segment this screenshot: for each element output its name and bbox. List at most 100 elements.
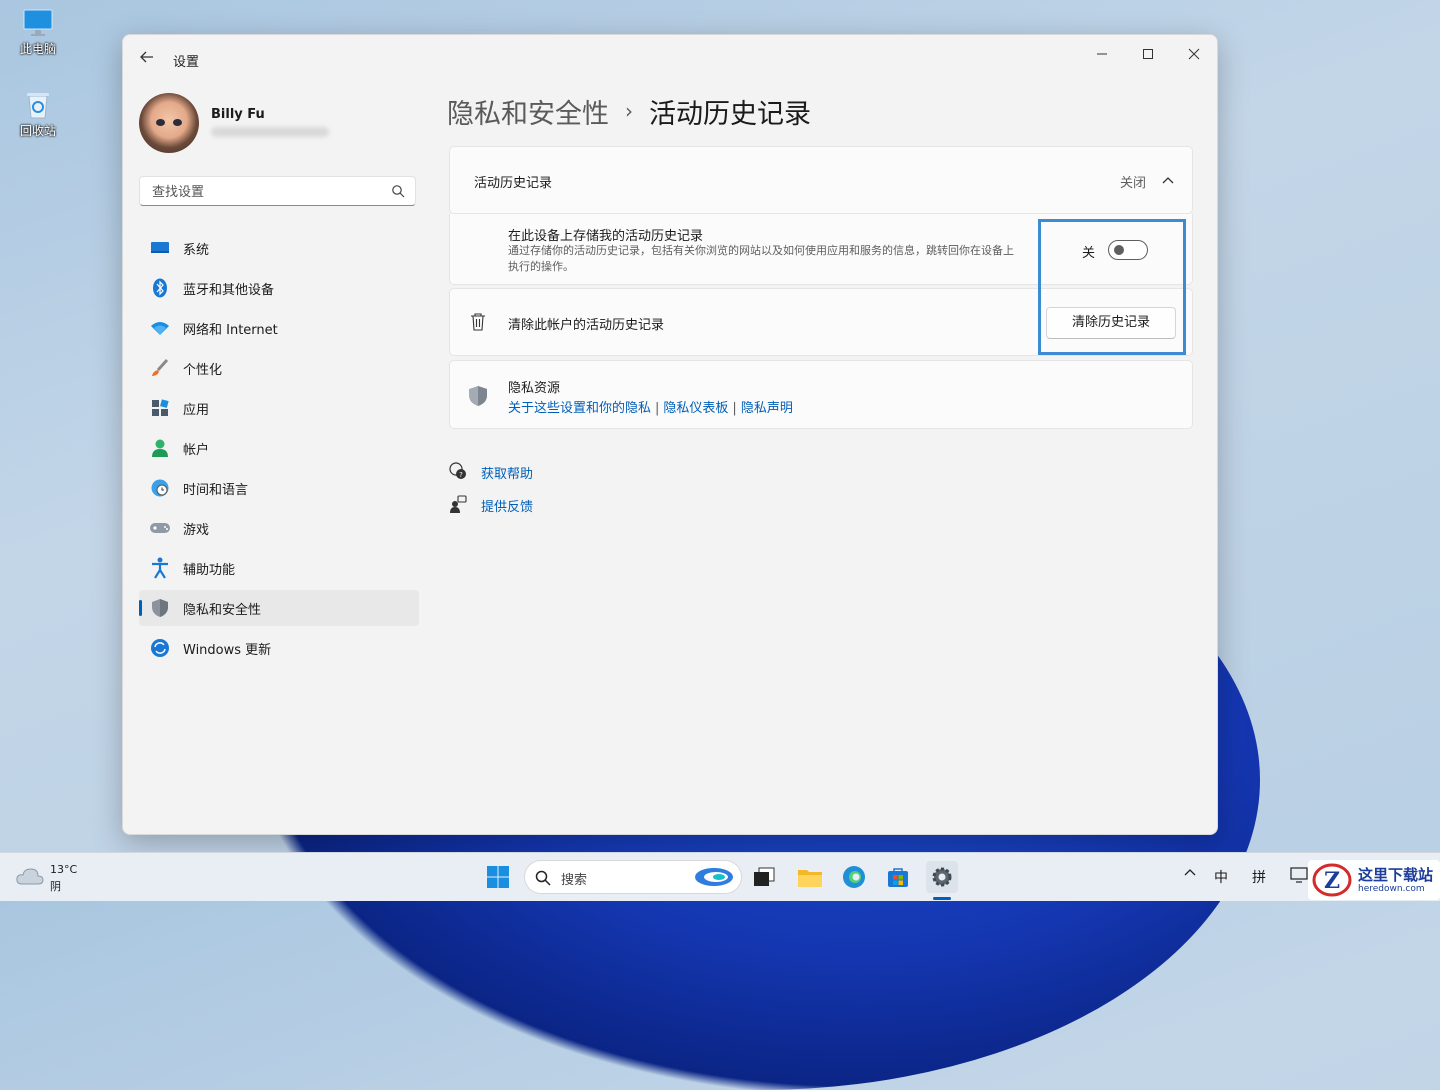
chevron-up-icon[interactable]	[1162, 176, 1174, 186]
title-bar: 设置	[123, 35, 1217, 83]
close-icon	[1188, 48, 1200, 60]
sidebar-item-label: 系统	[183, 242, 210, 258]
sidebar-item-label: 辅助功能	[183, 562, 236, 578]
link-about-privacy-settings[interactable]: 关于这些设置和你的隐私	[508, 401, 651, 416]
privacy-resources-title: 隐私资源	[508, 381, 561, 396]
shield-icon	[469, 386, 487, 406]
activity-history-section-header[interactable]: 活动历史记录 关闭	[449, 146, 1193, 214]
watermark-url: heredown.com	[1358, 884, 1425, 894]
gamepad-icon	[149, 517, 171, 539]
file-explorer-button[interactable]	[794, 861, 826, 893]
edge-icon	[843, 866, 865, 888]
privacy-resources-links: 关于这些设置和你的隐私 | 隐私仪表板 | 隐私声明	[508, 397, 793, 416]
tray-overflow-chevron[interactable]	[1184, 865, 1196, 881]
accessibility-icon	[149, 557, 171, 579]
sidebar-item-bluetooth[interactable]: 蓝牙和其他设备	[139, 270, 419, 306]
sidebar-item-label: 时间和语言	[183, 482, 249, 498]
task-view-icon	[754, 867, 775, 886]
link-privacy-statement[interactable]: 隐私声明	[741, 401, 793, 416]
privacy-resources-row: 隐私资源 关于这些设置和你的隐私 | 隐私仪表板 | 隐私声明	[449, 360, 1193, 429]
taskbar-search-label: 搜索	[561, 873, 588, 888]
brush-icon	[149, 357, 171, 379]
sidebar-item-label: Windows 更新	[183, 642, 272, 658]
minimize-button[interactable]	[1079, 41, 1125, 71]
sidebar-item-label: 网络和 Internet	[183, 322, 278, 338]
avatar	[139, 93, 199, 153]
microsoft-store-button[interactable]	[882, 861, 914, 893]
get-help-label[interactable]: 获取帮助	[481, 463, 533, 482]
apps-icon	[149, 397, 171, 419]
system-icon	[149, 237, 171, 259]
weather-temperature: 13°C	[50, 863, 78, 876]
link-separator: |	[655, 401, 660, 416]
sidebar-item-accessibility[interactable]: 辅助功能	[139, 550, 419, 586]
search-icon[interactable]	[391, 184, 405, 198]
start-button[interactable]	[482, 861, 514, 893]
ime-mode-indicator[interactable]: 拼	[1252, 867, 1266, 887]
svg-text:Z: Z	[1324, 868, 1340, 894]
edge-browser-button[interactable]	[838, 861, 870, 893]
back-arrow-icon[interactable]	[137, 49, 157, 69]
sidebar-nav: 系统 蓝牙和其他设备 网络和 Internet 个性化 应用 帐户 时间和语言 …	[139, 230, 419, 670]
sidebar-item-label: 应用	[183, 402, 210, 418]
watermark-title: 这里下载站	[1358, 866, 1434, 884]
copilot-swirl-icon	[695, 868, 733, 886]
sidebar-item-personalization[interactable]: 个性化	[139, 350, 419, 386]
watermark-logo: Z 这里下载站 heredown.com	[1308, 860, 1440, 900]
sidebar-item-time-language[interactable]: 时间和语言	[139, 470, 419, 506]
sidebar-item-gaming[interactable]: 游戏	[139, 510, 419, 546]
desktop-icon-label: 此电脑	[19, 42, 56, 56]
feedback-icon	[450, 495, 467, 513]
store-icon	[888, 868, 908, 887]
clear-setting-title: 清除此帐户的活动历史记录	[508, 318, 665, 333]
monitor-icon	[23, 9, 53, 36]
sidebar-item-label: 游戏	[183, 522, 210, 538]
minimize-icon	[1097, 53, 1107, 55]
settings-search-box[interactable]	[139, 176, 416, 206]
sidebar-item-accounts[interactable]: 帐户	[139, 430, 419, 466]
trash-icon	[471, 313, 485, 331]
globe-clock-icon	[149, 477, 171, 499]
give-feedback-label[interactable]: 提供反馈	[481, 496, 533, 515]
sidebar-item-system[interactable]: 系统	[139, 230, 419, 266]
user-email-blurred	[211, 127, 329, 137]
close-button[interactable]	[1171, 41, 1217, 71]
section-state: 关闭	[1120, 176, 1147, 191]
section-title: 活动历史记录	[474, 176, 553, 191]
cloud-icon	[16, 868, 44, 885]
user-profile[interactable]: Billy Fu	[139, 93, 439, 157]
shield-icon	[149, 597, 171, 619]
breadcrumb: 隐私和安全性 › 活动历史记录	[447, 91, 811, 131]
sidebar-item-network[interactable]: 网络和 Internet	[139, 310, 419, 346]
settings-window: 设置 Billy Fu 系统	[122, 34, 1218, 835]
sidebar-item-windows-update[interactable]: Windows 更新	[139, 630, 419, 666]
taskbar-search[interactable]: 搜索	[524, 860, 742, 894]
network-monitor-icon[interactable]	[1290, 867, 1308, 883]
taskbar: 13°C 阴 搜索 中 拼	[0, 852, 1440, 901]
store-setting-description: 通过存储你的活动历史记录，包括有关你浏览的网站以及如何使用应用和服务的信息，跳转…	[508, 244, 1014, 257]
update-icon	[149, 637, 171, 659]
settings-taskbar-button[interactable]	[926, 861, 958, 893]
breadcrumb-parent[interactable]: 隐私和安全性	[447, 92, 609, 131]
weather-condition: 阴	[50, 880, 61, 893]
search-input[interactable]	[150, 182, 384, 202]
sidebar-item-apps[interactable]: 应用	[139, 390, 419, 426]
bluetooth-icon	[149, 277, 171, 299]
sidebar-item-label: 隐私和安全性	[183, 602, 262, 618]
desktop-icon-this-pc[interactable]: 此电脑	[8, 8, 68, 57]
task-view-button[interactable]	[748, 861, 780, 893]
link-privacy-dashboard[interactable]: 隐私仪表板	[663, 401, 728, 416]
ime-language-indicator[interactable]: 中	[1214, 867, 1228, 887]
sidebar-item-privacy-security[interactable]: 隐私和安全性	[139, 590, 419, 626]
desktop-icon-recycle-bin[interactable]: 回收站	[8, 90, 68, 139]
desktop-icon-label: 回收站	[19, 124, 56, 138]
search-icon	[535, 870, 551, 886]
maximize-button[interactable]	[1125, 41, 1171, 71]
wifi-icon	[149, 317, 171, 339]
highlight-annotation-box	[1038, 219, 1186, 355]
recycle-bin-icon	[27, 93, 49, 119]
help-icon: ?	[449, 462, 466, 479]
watermark-z-icon: Z	[1312, 863, 1352, 897]
breadcrumb-separator: ›	[625, 99, 633, 123]
sidebar-item-label: 帐户	[183, 442, 210, 458]
